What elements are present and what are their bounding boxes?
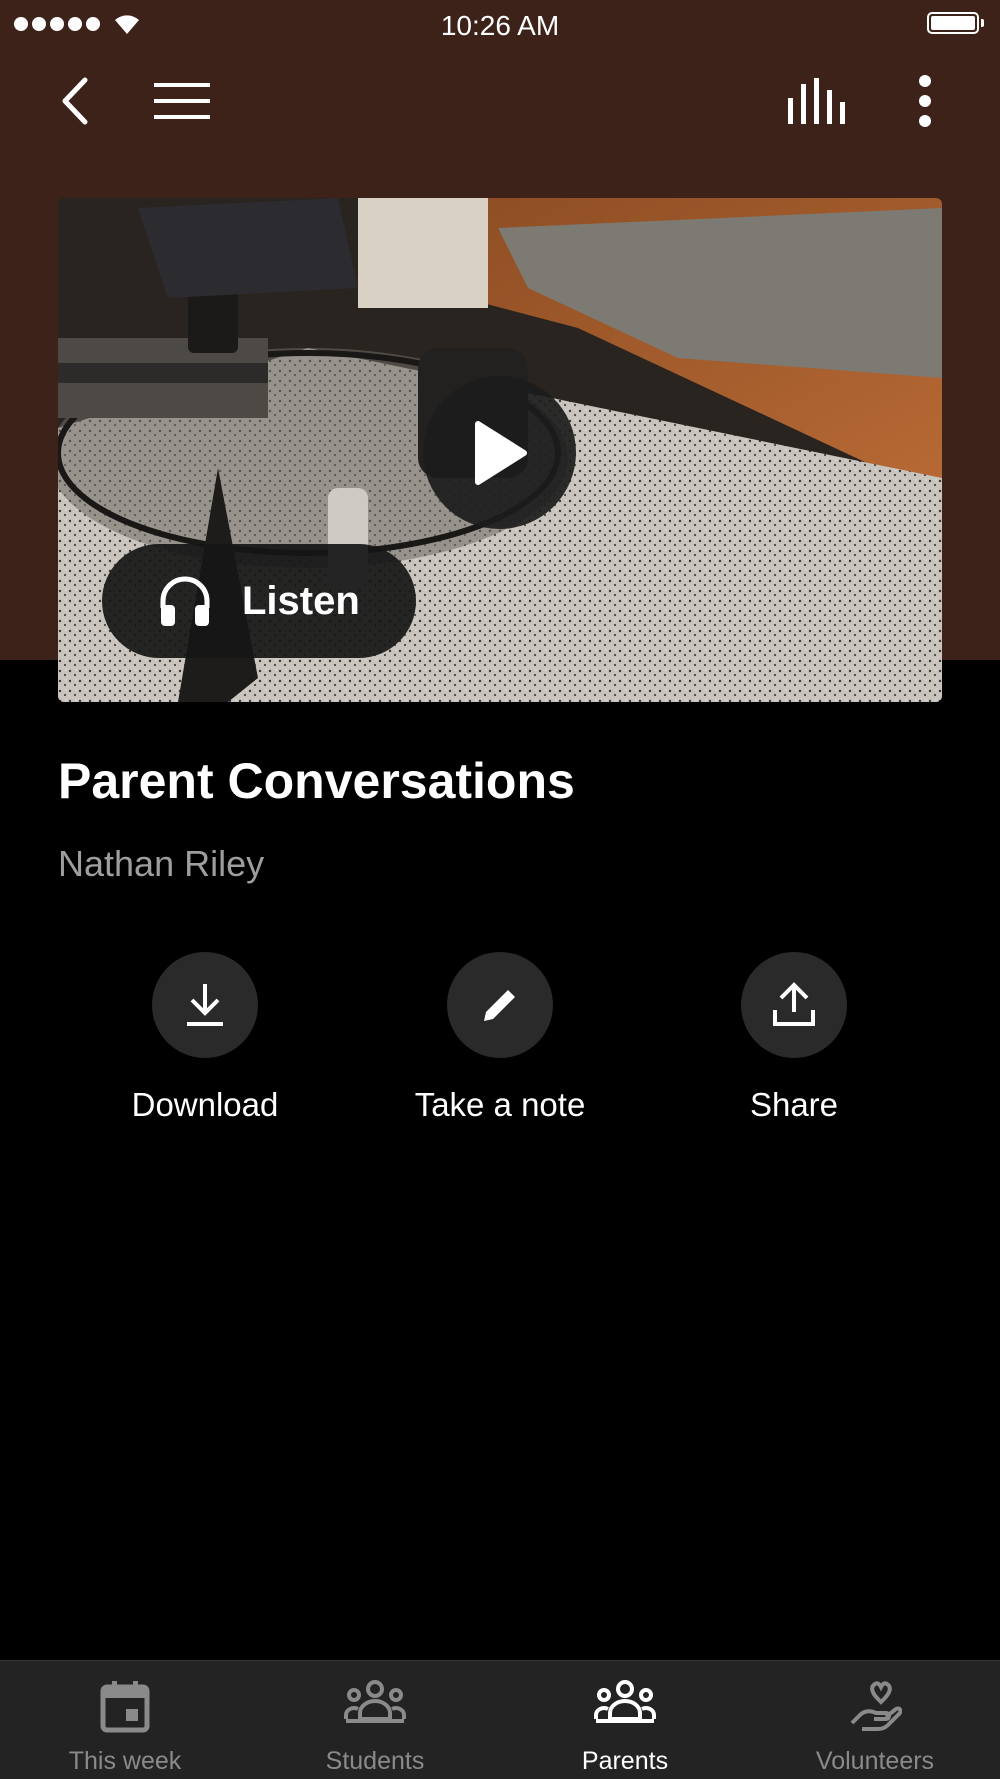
- battery-icon: [927, 12, 979, 34]
- group-icon: [500, 1679, 750, 1725]
- vertical-ellipsis-icon: [919, 75, 931, 127]
- tab-label: Volunteers: [815, 1747, 935, 1775]
- status-time: 10:26 AM: [440, 10, 560, 41]
- headphones-icon: [158, 574, 212, 628]
- download-button[interactable]: Download: [85, 952, 325, 1124]
- tab-this-week[interactable]: This week: [0, 1661, 250, 1779]
- battery-tip: [981, 19, 984, 27]
- tab-students[interactable]: Students: [250, 1661, 500, 1779]
- more-options-button[interactable]: [900, 66, 950, 136]
- download-circle[interactable]: [152, 952, 258, 1058]
- download-label: Download: [131, 1086, 279, 1123]
- chevron-left-icon: [62, 77, 88, 125]
- audio-bars-icon: [788, 78, 845, 124]
- tab-parents[interactable]: Parents: [500, 1661, 750, 1779]
- tab-label: Parents: [581, 1747, 669, 1775]
- menu-button[interactable]: [140, 66, 224, 136]
- group-icon: [250, 1679, 500, 1725]
- listen-button[interactable]: Listen: [102, 544, 416, 658]
- play-button[interactable]: [423, 376, 576, 529]
- tab-label: Students: [325, 1747, 425, 1775]
- tab-bar: This week Students Parents Volunteers: [0, 1660, 1000, 1779]
- back-button[interactable]: [40, 66, 110, 136]
- take-note-label: Take a note: [414, 1086, 586, 1123]
- tab-volunteers[interactable]: Volunteers: [750, 1661, 1000, 1779]
- status-bar: 10:26 AM: [0, 0, 1000, 50]
- calendar-icon: [0, 1679, 250, 1733]
- pencil-icon: [484, 990, 515, 1021]
- share-label: Share: [749, 1086, 839, 1123]
- take-note-button[interactable]: Take a note: [380, 952, 620, 1124]
- share-button[interactable]: Share: [674, 952, 914, 1124]
- listen-label: Listen: [242, 578, 360, 623]
- share-icon: [773, 982, 815, 1026]
- hamburger-menu-icon: [154, 83, 210, 119]
- author-name: Nathan Riley: [58, 843, 265, 884]
- tab-label: This week: [68, 1747, 182, 1775]
- hand-heart-icon: [750, 1679, 1000, 1733]
- audio-levels-button[interactable]: [780, 66, 854, 136]
- page-title: Parent Conversations: [58, 753, 575, 809]
- take-note-circle[interactable]: [447, 952, 553, 1058]
- download-icon: [187, 984, 223, 1026]
- play-icon: [474, 420, 527, 485]
- share-circle[interactable]: [741, 952, 847, 1058]
